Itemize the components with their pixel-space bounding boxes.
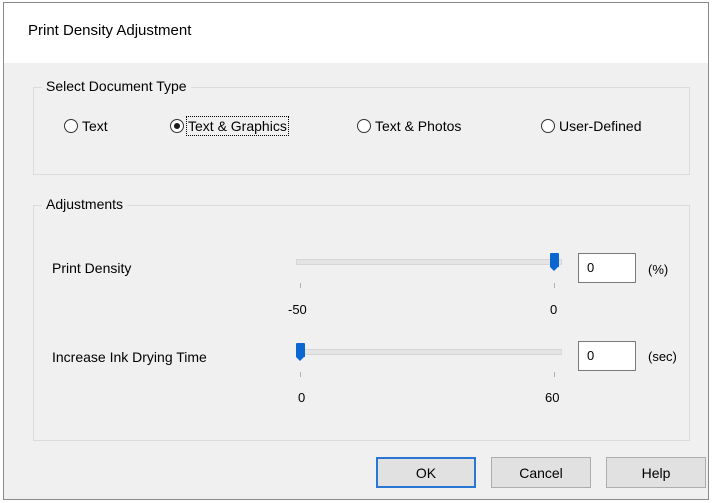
radio-text-graphics[interactable]: Text & Graphics: [170, 116, 289, 136]
adjustments-group-label: Adjustments: [42, 196, 128, 212]
ink-drying-input[interactable]: 0: [578, 341, 636, 371]
print-density-input[interactable]: 0: [578, 253, 636, 283]
ok-button[interactable]: OK: [376, 457, 476, 488]
ink-drying-min-label: 0: [298, 390, 306, 405]
radio-text-graphics-label: Text & Graphics: [186, 116, 289, 136]
radio-text-photos-label: Text & Photos: [375, 118, 462, 134]
cancel-button[interactable]: Cancel: [491, 457, 591, 488]
radio-user-defined[interactable]: User-Defined: [541, 118, 641, 134]
radio-text-photos[interactable]: Text & Photos: [357, 118, 461, 134]
radio-user-defined-circle[interactable]: [541, 119, 555, 133]
ink-drying-tick-max: [554, 372, 555, 377]
ink-drying-unit: (sec): [648, 349, 677, 364]
radio-text-label: Text: [82, 118, 108, 134]
print-density-unit: (%): [648, 262, 669, 277]
adjustments-group: Adjustments: [33, 196, 690, 441]
print-density-max-label: 0: [550, 302, 558, 317]
print-density-label: Print Density: [52, 260, 132, 276]
radio-text[interactable]: Text: [64, 118, 108, 134]
dialog-title: Print Density Adjustment: [28, 22, 192, 39]
print-density-tick-max: [554, 283, 555, 288]
ink-drying-slider-thumb[interactable]: [296, 343, 305, 361]
title-bar: Print Density Adjustment: [4, 3, 708, 63]
help-button[interactable]: Help: [606, 457, 706, 488]
ink-drying-max-label: 60: [545, 390, 560, 405]
print-density-slider-track[interactable]: [296, 259, 562, 265]
radio-user-defined-label: User-Defined: [559, 118, 642, 134]
ink-drying-tick-min: [300, 372, 301, 377]
print-density-tick-min: [300, 283, 301, 288]
print-density-min-label: -50: [288, 302, 307, 317]
ink-drying-label: Increase Ink Drying Time: [52, 349, 207, 365]
print-density-slider-thumb[interactable]: [550, 253, 559, 271]
ink-drying-slider-track[interactable]: [296, 349, 562, 355]
radio-text-photos-circle[interactable]: [357, 119, 371, 133]
radio-text-circle[interactable]: [64, 119, 78, 133]
radio-text-graphics-circle[interactable]: [170, 119, 184, 133]
document-type-group-label: Select Document Type: [42, 78, 191, 94]
